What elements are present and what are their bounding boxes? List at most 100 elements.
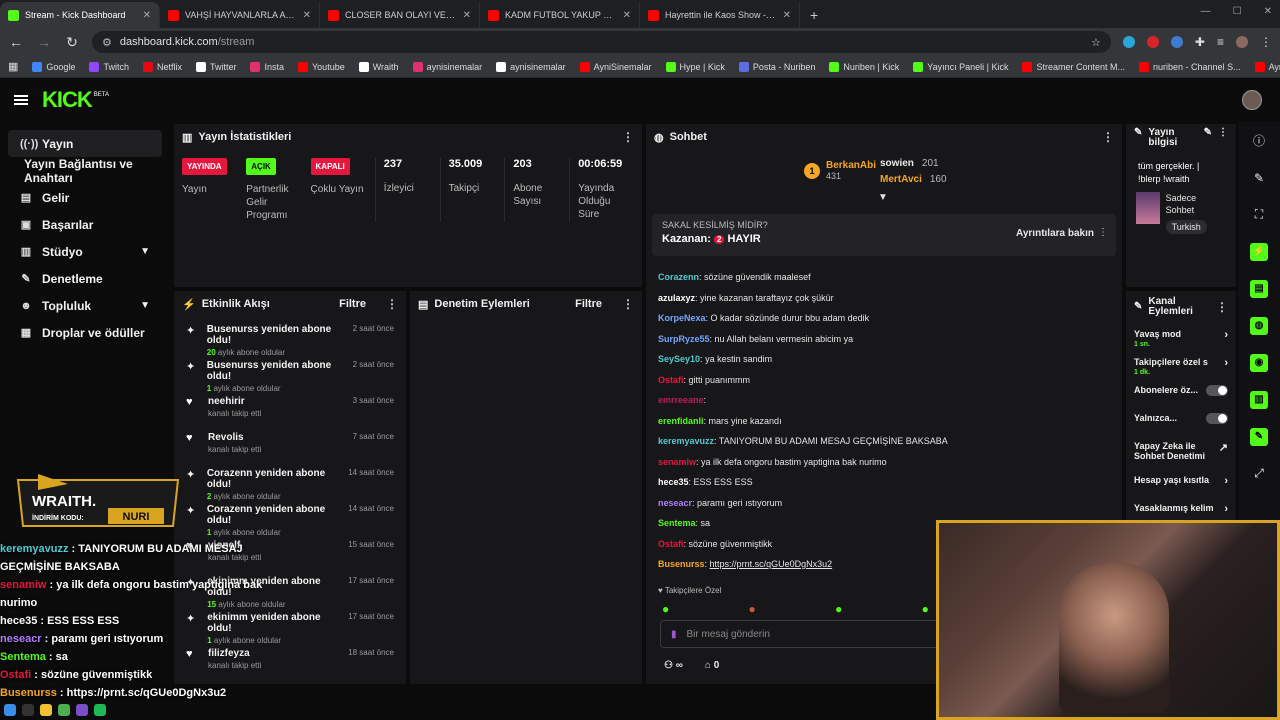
more-options-icon[interactable]: ⋮ — [1216, 301, 1228, 313]
bookmark-item[interactable]: Youtube — [298, 61, 345, 72]
bookmark-item[interactable]: Google — [32, 61, 75, 72]
leader-second[interactable]: sowien 201 — [880, 158, 939, 169]
url-field[interactable]: ⚙ dashboard.kick.com/stream ☆ — [92, 31, 1111, 53]
activity-item[interactable]: ✦ Corazenn yeniden abone oldu! 1 aylık abo… — [174, 497, 406, 537]
broadcast-icon[interactable]: ◉ — [1238, 344, 1280, 381]
app-icon[interactable] — [4, 704, 16, 716]
chat-username[interactable]: KorpeNexa — [658, 313, 706, 323]
bookmark-item[interactable]: AyniSinemalar — [579, 61, 652, 72]
kick-logo[interactable]: KICK — [42, 87, 93, 113]
toggle-switch[interactable] — [1206, 385, 1228, 396]
leader-third[interactable]: MertAvci 160 — [880, 174, 947, 185]
collapse-icon[interactable]: ▼ — [878, 192, 888, 203]
extension-icon[interactable] — [1146, 36, 1159, 48]
microphone-icon[interactable]: ▮ — [671, 629, 677, 640]
layers-icon[interactable]: ▥ — [1238, 381, 1280, 418]
sidebar-item[interactable]: Yayın Bağlantısı ve Anahtarı — [8, 157, 162, 185]
channel-action-item[interactable]: Takipçilere özel s 1 dk. › — [1126, 351, 1236, 379]
lightning-icon[interactable]: ⚡ — [1238, 233, 1280, 270]
bookmark-item[interactable]: aynisinemalar — [412, 61, 482, 72]
external-link-icon[interactable]: ↗ — [1219, 441, 1228, 454]
more-options-icon[interactable]: ⋮ — [1218, 128, 1228, 138]
chat-username[interactable]: Corazenn — [658, 272, 699, 282]
bookmark-item[interactable]: Wraith — [358, 61, 399, 72]
app-icon[interactable] — [58, 704, 70, 716]
browser-tab[interactable]: VAHŞİ HAYVANLARLA ARKADAŞ ✕ — [160, 2, 320, 28]
chat-message[interactable]: erenfidanli: mars yine kazandı — [646, 411, 1122, 432]
more-options-icon[interactable]: ⋮ — [622, 130, 634, 144]
close-tab-icon[interactable]: ✕ — [783, 10, 791, 21]
extensions-puzzle-icon[interactable]: ✚ — [1195, 35, 1205, 49]
chat-username[interactable]: neseacr — [658, 498, 692, 508]
chat-message[interactable]: Ostafi: gitti puanımmm — [646, 370, 1122, 391]
chat-username[interactable]: Sentema — [658, 518, 696, 528]
bookmark-item[interactable]: Yayıncı Paneli | Kick — [913, 61, 1008, 72]
maximize-icon[interactable]: ☐ — [1233, 6, 1242, 17]
bookmark-item[interactable]: Streamer Content M... — [1022, 61, 1125, 72]
chat-username[interactable]: emrreeane — [658, 395, 704, 405]
chat-message[interactable]: Corazenn: sözüne güvendik maalesef — [646, 267, 1122, 288]
chevron-down-icon[interactable]: ▼ — [140, 300, 150, 311]
close-tab-icon[interactable]: ✕ — [303, 10, 311, 21]
expand-icon[interactable]: ⤢ — [1238, 455, 1280, 492]
chat-message[interactable]: azulaxyz: yine kazanan taraftayız çok şü… — [646, 288, 1122, 309]
edit-icon[interactable]: ✎ — [1238, 159, 1280, 196]
chevron-right-icon[interactable]: › — [1224, 503, 1228, 515]
menu-hamburger-icon[interactable] — [14, 95, 28, 105]
edit-icon[interactable]: ✎ — [1204, 128, 1212, 138]
browser-tab[interactable]: CLOSER BAN OLAYI VE SONRA ✕ — [320, 2, 480, 28]
sidebar-item[interactable]: ▥ Stüdyo ▼ — [8, 238, 162, 265]
emote-icon[interactable]: ● — [835, 602, 842, 616]
chat-message[interactable]: SurpRyze55: nu Allah belanı vermesin abi… — [646, 329, 1122, 350]
language-tag[interactable]: Turkish — [1165, 220, 1207, 234]
channel-action-item[interactable]: Hesap yaşı kısıtla › — [1126, 469, 1236, 497]
channel-action-item[interactable]: Yavaş mod 1 sn. › — [1126, 323, 1236, 351]
sidebar-item[interactable]: ▦ Droplar ve ödüller — [8, 319, 162, 346]
close-tab-icon[interactable]: ✕ — [463, 10, 471, 21]
category-name[interactable]: Sadece Sohbet — [1166, 192, 1226, 216]
frame-icon[interactable]: ⛶ — [1238, 196, 1280, 233]
profile-icon[interactable] — [1236, 36, 1248, 48]
moderation-filter-button[interactable]: Filtre — [575, 298, 602, 310]
chat-username[interactable]: erenfidanli — [658, 416, 704, 426]
minimize-icon[interactable]: — — [1201, 6, 1211, 17]
bookmark-item[interactable]: Nuriben | Kick — [829, 61, 899, 72]
document-icon[interactable]: ▤ — [1238, 270, 1280, 307]
category-thumbnail[interactable] — [1136, 192, 1160, 224]
close-tab-icon[interactable]: ✕ — [623, 10, 631, 21]
chat-username[interactable]: SurpRyze55 — [658, 334, 710, 344]
chat-username[interactable]: keremyavuzz — [658, 436, 714, 446]
chevron-right-icon[interactable]: › — [1224, 357, 1228, 369]
chevron-right-icon[interactable]: › — [1224, 329, 1228, 341]
activity-item[interactable]: ✦ Corazenn yeniden abone oldu! 2 aylık abo… — [174, 461, 406, 501]
bookmark-item[interactable]: nuriben - Channel S... — [1139, 61, 1241, 72]
sidebar-item[interactable]: ☻ Topluluk ▼ — [8, 292, 162, 319]
close-window-icon[interactable]: ✕ — [1264, 6, 1272, 17]
chat-message[interactable]: keremyavuzz: TANIYORUM BU ADAMI MESAJ GE… — [646, 431, 1122, 452]
browser-tab[interactable]: KADM FUTBOL YAKUP NE KADA ✕ — [480, 2, 640, 28]
activity-item[interactable]: ✦ Busenurss yeniden abone oldu! 20 aylık a… — [174, 317, 406, 357]
back-icon[interactable]: ← — [8, 34, 24, 50]
chat-username[interactable]: senamiw — [658, 457, 696, 467]
toggle-switch[interactable] — [1206, 413, 1228, 424]
chat-username[interactable]: SeySey10 — [658, 354, 700, 364]
sidebar-item[interactable]: ▣ Başarılar — [8, 211, 162, 238]
sidebar-item[interactable]: ✎ Denetleme — [8, 265, 162, 292]
site-info-icon[interactable]: ⚙ — [102, 36, 112, 49]
new-tab-icon[interactable]: + — [800, 2, 828, 28]
reading-list-icon[interactable]: ≡ — [1217, 35, 1224, 49]
browser-tab[interactable]: Stream - Kick Dashboard ✕ — [0, 2, 160, 28]
app-icon[interactable] — [22, 704, 34, 716]
wrench-icon[interactable]: ✎ — [1238, 418, 1280, 455]
more-options-icon[interactable]: ⋮ — [1102, 130, 1114, 144]
activity-item[interactable]: ♥ neehirir kanalı takip etti 3 saat önce — [174, 389, 406, 425]
sidebar-item[interactable]: ((·)) Yayın — [8, 130, 162, 157]
chat-message[interactable]: emrreeane: — [646, 390, 1122, 411]
users-icon[interactable]: ⚇ ∞ — [664, 660, 683, 671]
chevron-down-icon[interactable]: ▼ — [140, 246, 150, 257]
bookmark-star-icon[interactable]: ☆ — [1091, 36, 1101, 49]
leader-first[interactable]: 1 BerkanAbi 431 — [804, 160, 876, 182]
bookmark-item[interactable]: aynisinemalar — [496, 61, 566, 72]
chat-message[interactable]: SeySey10: ya kestin sandim — [646, 349, 1122, 370]
gift-button[interactable]: ⌂ 0 — [705, 660, 719, 671]
